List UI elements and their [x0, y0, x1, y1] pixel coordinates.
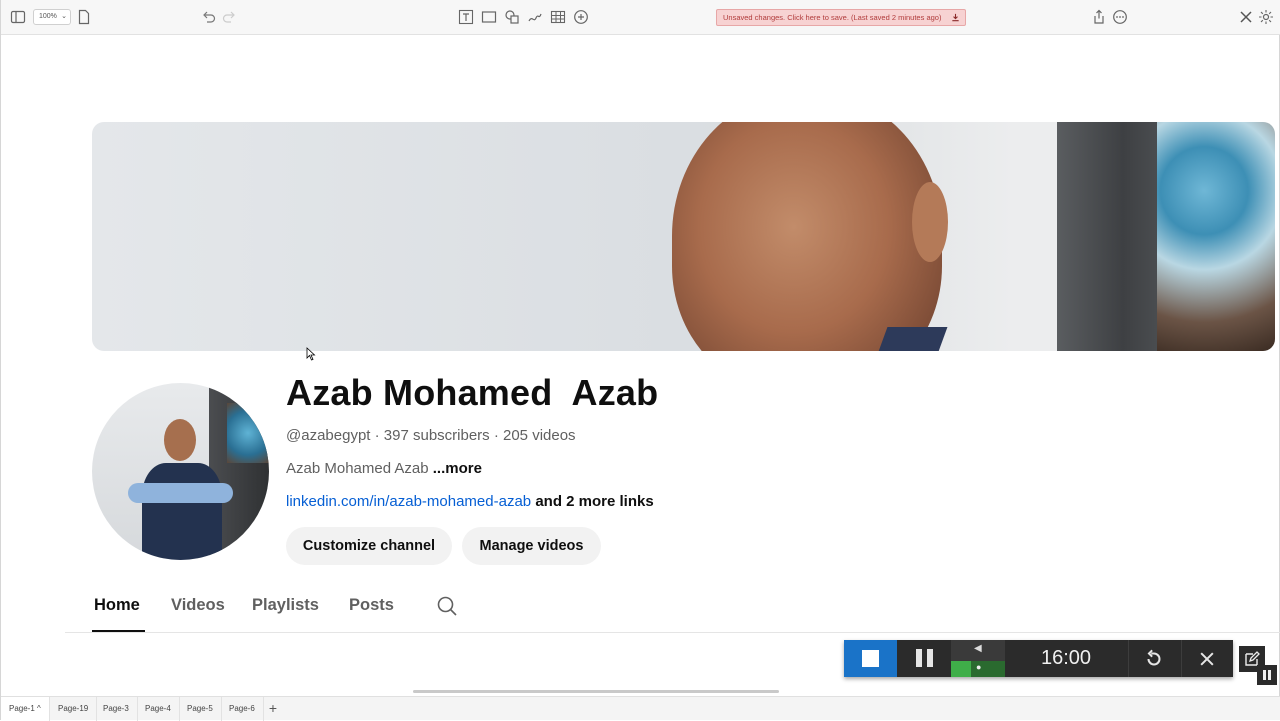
settings-icon[interactable]: [1258, 9, 1274, 25]
microphone-icon: ●: [976, 662, 982, 672]
page-icon[interactable]: [76, 9, 92, 25]
app-window: 100% ⌄ Unsaved changes. Click here to sa…: [0, 0, 1280, 721]
pause-icon-bar: [916, 649, 922, 667]
speaker-icon: ◀: [974, 643, 982, 654]
page-tab[interactable]: Page-5: [179, 697, 222, 721]
customize-channel-button[interactable]: Customize channel: [286, 527, 452, 565]
pause-icon-bar: [1263, 670, 1266, 680]
channel-description[interactable]: Azab Mohamed Azab ...more: [286, 460, 482, 477]
top-toolbar: 100% ⌄ Unsaved changes. Click here to sa…: [1, 0, 1280, 35]
banner-portrait-ear: [912, 182, 948, 262]
page-tab-label: Page-1: [9, 704, 35, 713]
tools-icon[interactable]: [1238, 9, 1254, 25]
mini-pause-button[interactable]: [1257, 665, 1277, 685]
horizontal-scrollbar[interactable]: [413, 690, 779, 693]
page-tab[interactable]: Page-3: [95, 697, 138, 721]
linkedin-link[interactable]: linkedin.com/in/azab-mohamed-azab: [286, 493, 531, 510]
tab-posts[interactable]: Posts: [349, 596, 394, 615]
text-frame-icon[interactable]: [458, 9, 474, 25]
chevron-up-icon: ^: [37, 704, 41, 713]
channel-name: Azab Mohamed Azab: [286, 372, 659, 413]
share-icon[interactable]: [1091, 9, 1107, 25]
pause-icon-bar: [1268, 670, 1271, 680]
zoom-select[interactable]: 100% ⌄: [33, 9, 71, 25]
recording-timer: 16:00: [1040, 647, 1092, 669]
manage-videos-button[interactable]: Manage videos: [462, 527, 601, 565]
avatar-head: [164, 419, 196, 461]
tab-playlists[interactable]: Playlists: [252, 596, 319, 615]
page-tab[interactable]: Page-6: [221, 697, 264, 721]
cancel-recording-button[interactable]: [1181, 640, 1231, 677]
shapes-icon[interactable]: [504, 9, 520, 25]
undo-icon[interactable]: [201, 9, 217, 25]
tab-videos[interactable]: Videos: [171, 596, 225, 615]
more-links-button[interactable]: and 2 more links: [535, 493, 653, 510]
chevron-down-icon: ⌄: [61, 13, 67, 20]
sidebar-toggle-icon[interactable]: [10, 9, 26, 25]
channel-meta: @azabegypt · 397 subscribers · 205 video…: [286, 427, 576, 444]
avatar-body: [142, 463, 222, 560]
tab-home[interactable]: Home: [94, 596, 140, 615]
more-link[interactable]: ...more: [433, 460, 482, 477]
stop-icon: [862, 650, 879, 667]
channel-description-text: Azab Mohamed Azab: [286, 460, 429, 477]
channel-tabs: Home Videos Playlists Posts: [65, 590, 1280, 633]
pause-icon-bar: [927, 649, 933, 667]
avatar-arms: [128, 483, 233, 503]
search-icon[interactable]: [435, 594, 459, 618]
save-banner-text: Unsaved changes. Click here to save. (La…: [723, 13, 942, 22]
page-tabs-bar: Page-1 ^ Page-19 Page-3 Page-4 Page-5 Pa…: [1, 696, 1280, 721]
unsaved-changes-banner[interactable]: Unsaved changes. Click here to save. (La…: [716, 9, 966, 26]
freehand-icon[interactable]: [527, 9, 543, 25]
screen-recorder-bar: ◀ ● 16:00: [844, 640, 1233, 677]
audio-level-fill: [951, 661, 971, 677]
add-page-button[interactable]: +: [265, 697, 281, 721]
active-tab-indicator: [92, 630, 145, 632]
page-tab[interactable]: Page-19: [50, 697, 98, 721]
close-icon: [1199, 652, 1214, 666]
channel-links: linkedin.com/in/azab-mohamed-azab and 2 …: [286, 493, 654, 510]
avatar[interactable]: [92, 383, 269, 560]
mouse-cursor-icon: [306, 347, 316, 361]
banner-portrait: [672, 122, 942, 351]
page-tab[interactable]: Page-1 ^: [1, 697, 50, 721]
avatar-painting: [227, 403, 269, 463]
table-icon[interactable]: [550, 9, 566, 25]
pause-recording-button[interactable]: [904, 649, 944, 669]
channel-banner: [92, 122, 1275, 351]
insert-icon[interactable]: [573, 9, 589, 25]
zoom-value: 100%: [39, 13, 57, 20]
redo-icon[interactable]: [221, 9, 237, 25]
download-icon: [952, 13, 959, 22]
page-tab[interactable]: Page-4: [137, 697, 180, 721]
restart-icon: [1146, 649, 1160, 666]
stop-recording-button[interactable]: [844, 640, 897, 677]
banner-painting: [1157, 122, 1275, 351]
audio-level-meter[interactable]: ◀ ●: [951, 640, 1005, 677]
rectangle-icon[interactable]: [481, 9, 497, 25]
more-icon[interactable]: [1112, 9, 1128, 25]
restart-recording-button[interactable]: [1128, 640, 1178, 677]
banner-portrait-suit: [876, 327, 948, 351]
banner-doorframe: [1057, 122, 1167, 351]
